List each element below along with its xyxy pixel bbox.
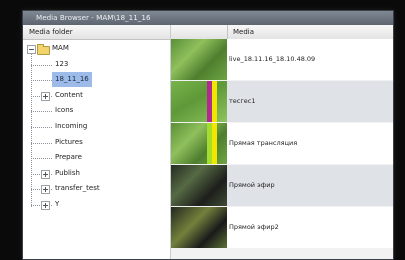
expand-icon[interactable] [41,91,50,101]
thumbnail-color-bar [212,123,217,164]
thumbnail-color-bar [212,81,217,122]
media-folder-tree[interactable]: Media folder MAM 123 18_11_16 Content Icons I… [23,25,171,259]
tree-item-y[interactable]: Y [41,197,163,212]
media-row[interactable]: тесгес1 [171,81,393,122]
media-title: тесгес1 [229,97,256,105]
media-row[interactable]: live_18.11.16_18.10.48.09 [171,39,393,80]
media-thumbnail[interactable] [171,207,227,248]
thumbnail-column-header[interactable] [171,25,228,39]
tree-header-label: Media folder [29,28,73,36]
tree-item-label: 18_11_16 [52,72,92,88]
media-browser-window: Media Browser - MAM\18_11_16 Media folde… [22,10,394,260]
tree-item-label: Publish [55,168,80,177]
media-title: Прямая трансляция [229,139,298,147]
tree-header[interactable]: Media folder [23,25,170,40]
tree-item-label: transfer_test [55,184,100,193]
tree-item-label: Prepare [55,153,82,162]
tree-item-pictures[interactable]: Pictures [41,135,163,150]
window-title: Media Browser - MAM\18_11_16 [36,13,151,22]
media-row[interactable]: Прямой эфир2 [171,207,393,248]
tree-item-123[interactable]: 123 [41,57,163,72]
tree-item-label: MAM [52,44,69,52]
media-table-header[interactable]: Media [171,25,393,40]
tree-item-label: 123 [55,59,69,68]
media-title: live_18.11.16_18.10.48.09 [229,55,316,63]
tree-item-transfer-test[interactable]: transfer_test [41,181,163,196]
media-table[interactable]: Media live_18.11.16_18.10.48.09 тесгес1 Пр… [171,25,393,259]
tree-item-prepare[interactable]: Prepare [41,150,163,165]
media-thumbnail[interactable] [171,165,227,206]
expand-icon[interactable] [41,201,50,210]
media-row[interactable]: Прямой эфир [171,165,393,206]
expand-icon[interactable] [41,185,50,195]
tree-item-label: Pictures [55,137,83,146]
expand-icon[interactable] [41,169,50,179]
tree-item-label: Incoming [55,122,88,130]
tree-item-mam[interactable]: MAM [27,41,163,56]
media-column-header: Media [233,28,255,36]
tree-item-label: Y [55,200,60,208]
media-thumbnail[interactable] [171,39,227,80]
tree-item-18-11-16[interactable]: 18_11_16 [41,72,163,88]
tree-root-line [31,53,32,207]
media-thumbnail[interactable] [171,81,227,122]
tree-item-incoming[interactable]: Incoming [41,119,163,134]
media-thumbnail[interactable] [171,123,227,164]
tree-item-label: Icons [55,106,74,115]
media-title: Прямой эфир2 [229,223,279,231]
media-title: Прямой эфир [229,181,275,189]
tree-item-content[interactable]: Content [41,88,163,103]
tree-item-icons[interactable]: Icons [41,103,163,118]
media-row[interactable]: Прямая трансляция [171,123,393,164]
title-bar[interactable]: Media Browser - MAM\18_11_16 [23,11,393,26]
collapse-icon[interactable] [27,45,36,54]
tree-item-label: Content [55,90,83,99]
tree-item-publish[interactable]: Publish [41,166,163,181]
